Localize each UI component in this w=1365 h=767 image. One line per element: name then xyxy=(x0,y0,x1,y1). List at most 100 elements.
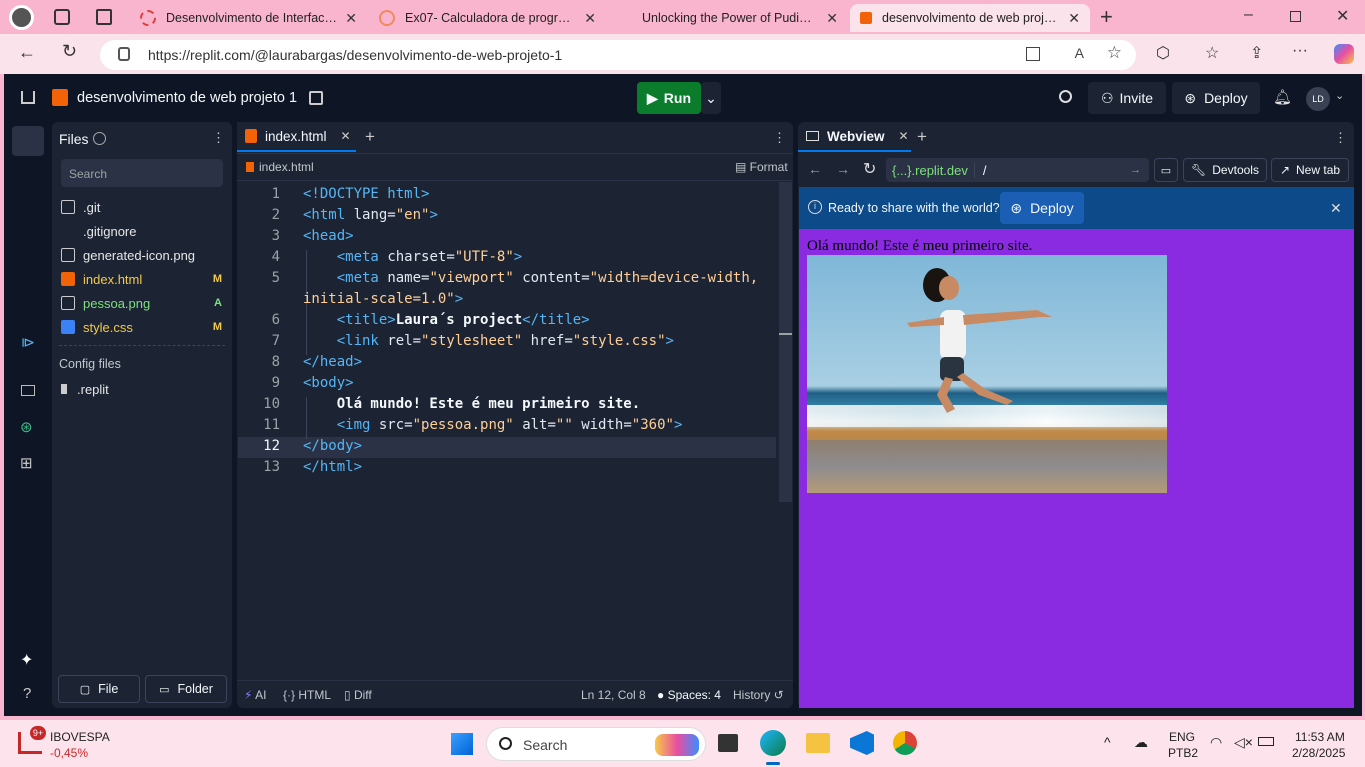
windows-start-icon[interactable] xyxy=(451,733,473,755)
diff-status[interactable]: ▯ Diff xyxy=(344,688,372,702)
new-file-button[interactable]: ▢ File xyxy=(58,675,140,703)
read-aloud-icon[interactable]: A xyxy=(1075,45,1084,61)
replit-agent-icon[interactable]: ⧐ xyxy=(21,334,35,351)
new-pane-tab-icon[interactable]: + xyxy=(917,127,927,147)
input-language[interactable]: ENG xyxy=(1169,730,1195,744)
notifications-bell-icon[interactable]: 🔔︎ xyxy=(1273,88,1292,106)
code-line[interactable]: <html lang="en"> xyxy=(303,207,438,223)
code-line[interactable]: <link rel="stylesheet" href="style.css"> xyxy=(303,333,674,349)
close-tab-icon[interactable]: ✕ xyxy=(826,10,838,27)
webview-tab[interactable]: Webview ✕ xyxy=(798,122,911,152)
browser-tab[interactable]: Unlocking the Power of Pudim: A ✕ xyxy=(608,4,848,32)
go-arrow-icon[interactable]: → xyxy=(1130,164,1141,176)
close-tab-icon[interactable]: ✕ xyxy=(341,129,351,143)
chrome-icon[interactable] xyxy=(893,731,917,755)
volume-icon[interactable]: ◁× xyxy=(1234,734,1253,751)
help-icon[interactable]: ? xyxy=(23,685,31,702)
browser-tab[interactable]: Ex07- Calculadora de progressõe ✕ xyxy=(369,4,606,32)
close-banner-icon[interactable]: ✕ xyxy=(1330,200,1342,217)
code-line[interactable]: <meta charset="UTF-8"> xyxy=(303,249,522,265)
language-status[interactable]: {·} HTML xyxy=(283,688,331,702)
invite-button[interactable]: ⚇ Invite xyxy=(1088,82,1166,114)
files-menu-icon[interactable]: ⋮ xyxy=(212,130,225,146)
account-chevron-icon[interactable]: ⌄ xyxy=(1335,89,1344,102)
code-line[interactable]: <title>Laura´s project</title> xyxy=(303,312,590,328)
file-explorer-icon[interactable] xyxy=(806,733,830,753)
address-bar[interactable]: https://replit.com/@laurabargas/desenvol… xyxy=(100,40,1136,70)
webview-back-icon[interactable]: ← xyxy=(808,161,822,177)
editor-tab-active[interactable]: index.html ✕ xyxy=(237,122,356,152)
code-line[interactable]: </body> xyxy=(303,438,362,454)
extensions-icon[interactable]: ⬡ xyxy=(1156,43,1170,63)
close-tab-icon[interactable]: ✕ xyxy=(345,10,357,27)
workspaces-icon[interactable] xyxy=(54,9,70,25)
share-icon[interactable]: ⇪ xyxy=(1250,43,1263,63)
home-icon[interactable] xyxy=(21,91,35,104)
user-avatar[interactable]: LD xyxy=(1306,87,1330,111)
file-search-input[interactable]: Search xyxy=(61,159,223,187)
close-window-button[interactable]: ✕ xyxy=(1336,6,1349,26)
files-panel-toggle-icon[interactable] xyxy=(12,126,44,156)
favorite-star-icon[interactable]: ☆ xyxy=(1107,43,1122,63)
file-item[interactable]: .replit xyxy=(61,378,226,400)
minimize-button[interactable]: – xyxy=(1244,6,1253,24)
new-tab-open-button[interactable]: ↗ New tab xyxy=(1271,158,1349,182)
more-icon[interactable]: ··· xyxy=(1292,42,1308,60)
indent-status[interactable]: ● Spaces: 4 xyxy=(657,688,721,702)
cursor-position[interactable]: Ln 12, Col 8 xyxy=(581,688,646,702)
onedrive-icon[interactable]: ☁ xyxy=(1134,734,1148,751)
clock-time[interactable]: 11:53 AM xyxy=(1295,730,1345,744)
app-icon[interactable] xyxy=(1026,47,1040,61)
task-view-icon[interactable] xyxy=(718,734,738,752)
copilot-icon[interactable] xyxy=(1334,44,1354,64)
code-line[interactable]: <body> xyxy=(303,375,354,391)
input-layout[interactable]: PTB2 xyxy=(1168,746,1198,760)
breadcrumb-file[interactable]: index.html xyxy=(259,160,314,174)
code-line[interactable]: </head> xyxy=(303,354,362,370)
close-tab-icon[interactable]: ✕ xyxy=(584,10,596,27)
close-tab-icon[interactable]: ✕ xyxy=(899,129,909,143)
run-options-button[interactable]: ⌄ xyxy=(701,82,721,114)
devtools-button[interactable]: 🔧︎ Devtools xyxy=(1183,158,1267,182)
profile-avatar[interactable] xyxy=(9,5,34,30)
file-item[interactable]: style.css M xyxy=(61,316,226,338)
restore-button[interactable] xyxy=(1290,11,1301,22)
search-icon[interactable] xyxy=(1059,90,1072,103)
close-tab-icon[interactable]: ✕ xyxy=(1068,10,1080,27)
editor-menu-icon[interactable]: ⋮ xyxy=(773,130,786,146)
code-line[interactable]: </html> xyxy=(303,459,362,475)
file-item[interactable]: .git xyxy=(61,196,226,218)
deployments-icon[interactable]: ⊛ xyxy=(20,418,33,436)
webview-forward-icon[interactable]: → xyxy=(836,161,850,177)
file-item[interactable]: generated-icon.png xyxy=(61,244,226,266)
taskbar-search[interactable]: Search xyxy=(486,727,706,761)
back-icon[interactable]: ← xyxy=(18,42,36,63)
run-button[interactable]: ▶ Run xyxy=(637,82,701,114)
file-item[interactable]: .gitignore xyxy=(61,220,226,242)
ai-status[interactable]: ⚡︎ AI xyxy=(244,688,266,702)
refresh-icon[interactable]: ↻ xyxy=(62,41,77,62)
vscode-icon[interactable] xyxy=(850,731,874,755)
browser-tab[interactable]: Desenvolvimento de Interfaces W ✕ xyxy=(130,4,367,32)
battery-icon[interactable] xyxy=(1258,737,1274,746)
format-button[interactable]: ▤ Format xyxy=(735,160,788,174)
webview-reload-icon[interactable]: ↻ xyxy=(863,159,876,179)
project-info-icon[interactable] xyxy=(309,91,323,105)
file-item[interactable]: pessoa.png A xyxy=(61,292,226,314)
stock-name[interactable]: IBOVESPA xyxy=(50,730,110,744)
banner-deploy-button[interactable]: ⊛ Deploy xyxy=(1000,192,1084,224)
history-button[interactable]: History ↺ xyxy=(733,688,784,702)
wifi-icon[interactable]: ◠ xyxy=(1210,734,1222,751)
vertical-tabs-icon[interactable] xyxy=(96,9,112,25)
code-line[interactable]: Olá mundo! Este é meu primeiro site. xyxy=(303,396,640,412)
favorites-icon[interactable]: ☆ xyxy=(1205,43,1219,63)
edge-icon[interactable] xyxy=(760,730,786,756)
project-title[interactable]: desenvolvimento de web projeto 1 xyxy=(77,90,297,106)
scrollbar-thumb[interactable] xyxy=(779,333,792,335)
new-editor-tab-icon[interactable]: + xyxy=(365,127,375,147)
code-line[interactable]: <head> xyxy=(303,228,354,244)
device-preview-button[interactable]: ▭ xyxy=(1154,158,1178,182)
code-line[interactable]: <img src="pessoa.png" alt="" width="360"… xyxy=(303,417,683,433)
new-tab-button[interactable]: + xyxy=(1100,4,1113,30)
file-item[interactable]: index.html M xyxy=(61,268,226,290)
